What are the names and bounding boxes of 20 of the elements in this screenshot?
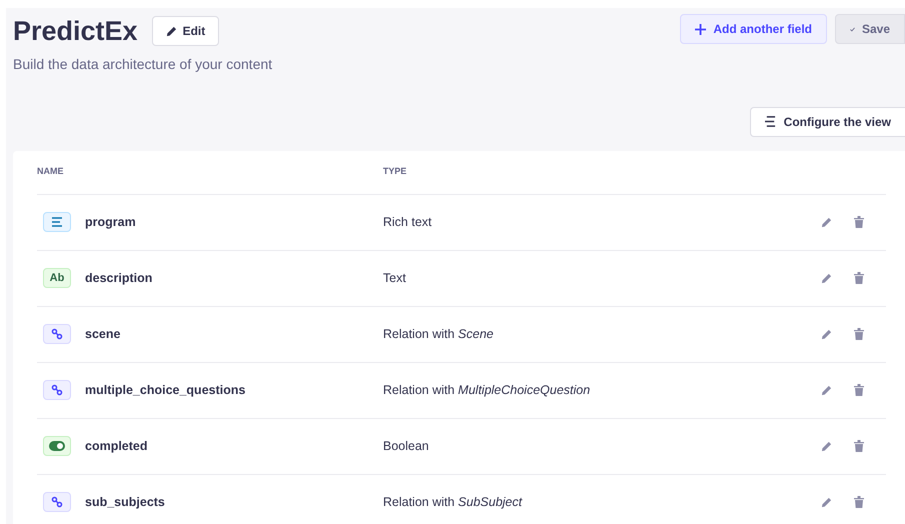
add-field-button[interactable]: Add another field <box>680 14 827 44</box>
field-type: Relation with MultipleChoiceQuestion <box>383 382 592 399</box>
configure-view-button[interactable]: Configure the view <box>750 106 905 136</box>
field-type: Relation with Scene <box>383 326 494 343</box>
field-name: program <box>85 214 136 231</box>
field-name: sub_subjects <box>85 494 165 511</box>
field-type: Relation with SubSubject <box>383 494 524 511</box>
field-name: multiple_choice_questions <box>85 382 246 399</box>
field-name: description <box>85 270 152 287</box>
field-type: Rich text <box>383 214 433 231</box>
field-name: scene <box>85 326 120 343</box>
column-header: TYPE <box>383 165 407 178</box>
field-type: Boolean <box>383 438 430 455</box>
page-title: PredictEx <box>13 15 138 48</box>
field-type: Text <box>383 270 407 287</box>
edit-button[interactable]: Edit <box>152 16 220 46</box>
field-name: completed <box>85 438 148 455</box>
subtitle: Build the data architecture of your content <box>13 54 272 74</box>
column-header: NAME <box>37 165 64 178</box>
text-type-icon: Ab <box>43 268 71 288</box>
